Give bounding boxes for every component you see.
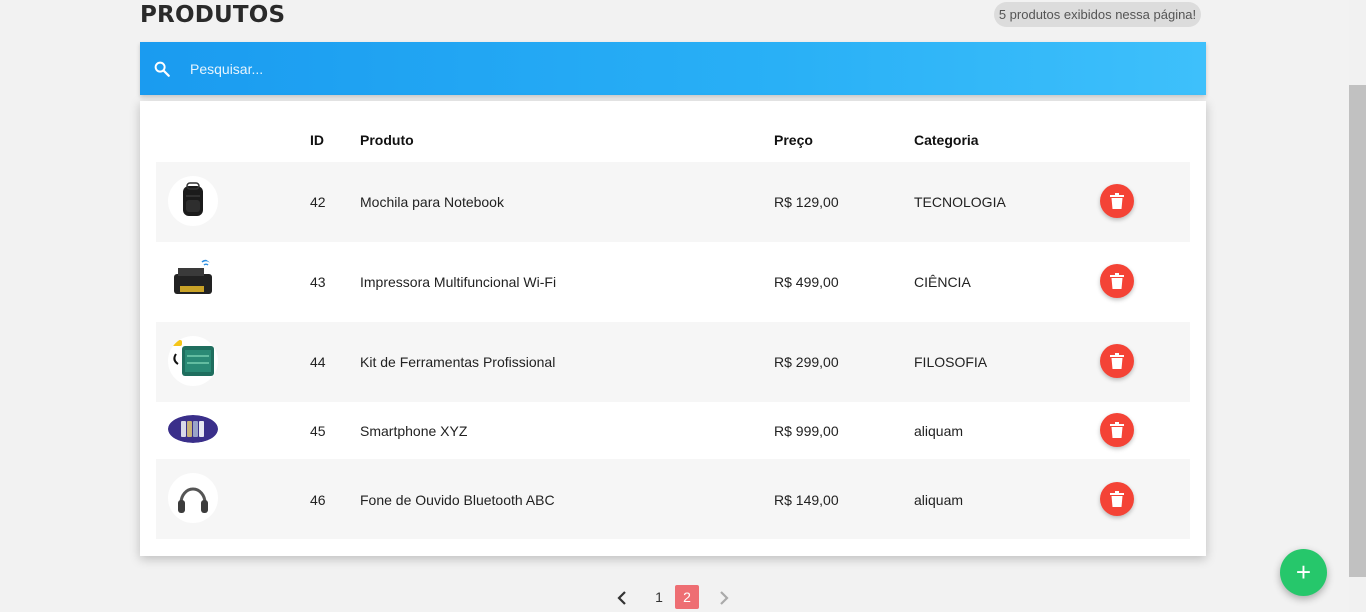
delete-button[interactable]	[1100, 264, 1134, 298]
cell-category: aliquam	[914, 492, 964, 508]
trash-icon	[1110, 422, 1124, 438]
trash-icon	[1110, 491, 1124, 507]
page-title: PRODUTOS	[140, 2, 286, 28]
column-header-price: Preço	[774, 132, 813, 148]
cell-product: Kit de Ferramentas Profissional	[360, 354, 556, 370]
cell-category: aliquam	[914, 423, 964, 439]
delete-button[interactable]	[1100, 184, 1134, 218]
chevron-left-icon[interactable]	[614, 590, 630, 606]
cell-price: R$ 299,00	[774, 354, 839, 370]
trash-icon	[1110, 273, 1124, 289]
delete-button[interactable]	[1100, 344, 1134, 378]
cell-category: CIÊNCIA	[914, 274, 971, 290]
delete-button[interactable]	[1100, 413, 1134, 447]
trash-icon	[1110, 353, 1124, 369]
cell-id: 43	[310, 274, 326, 290]
product-image-smartphones	[168, 415, 218, 443]
trash-icon	[1110, 193, 1124, 209]
cell-price: R$ 499,00	[774, 274, 839, 290]
column-header-category: Categoria	[914, 132, 979, 148]
cell-id: 42	[310, 194, 326, 210]
column-header-product: Produto	[360, 132, 414, 148]
search-input[interactable]	[190, 56, 1090, 82]
search-icon	[154, 61, 170, 77]
product-image-backpack	[168, 176, 218, 226]
product-image-printer	[168, 256, 218, 306]
scrollbar-thumb[interactable]	[1349, 85, 1366, 577]
cell-id: 44	[310, 354, 326, 370]
cell-category: FILOSOFIA	[914, 354, 988, 370]
cell-product: Mochila para Notebook	[360, 194, 504, 210]
product-image-headphones	[168, 473, 218, 523]
column-header-id: ID	[310, 132, 324, 148]
cell-product: Fone de Ouvido Bluetooth ABC	[360, 492, 555, 508]
page-1-button[interactable]: 1	[647, 585, 671, 609]
page-2-button[interactable]: 2	[675, 585, 699, 609]
cell-product: Smartphone XYZ	[360, 423, 468, 439]
chevron-right-icon[interactable]	[716, 590, 732, 606]
cell-category: TECNOLOGIA	[914, 194, 1006, 210]
cell-price: R$ 999,00	[774, 423, 839, 439]
delete-button[interactable]	[1100, 482, 1134, 516]
product-image-toolkit	[168, 336, 218, 386]
cell-price: R$ 129,00	[774, 194, 839, 210]
cell-price: R$ 149,00	[774, 492, 839, 508]
cell-id: 45	[310, 423, 326, 439]
add-product-button[interactable]: +	[1280, 549, 1327, 596]
product-count-badge: 5 produtos exibidos nessa página!	[994, 2, 1201, 27]
cell-product: Impressora Multifuncional Wi-Fi	[360, 274, 557, 290]
cell-id: 46	[310, 492, 326, 508]
